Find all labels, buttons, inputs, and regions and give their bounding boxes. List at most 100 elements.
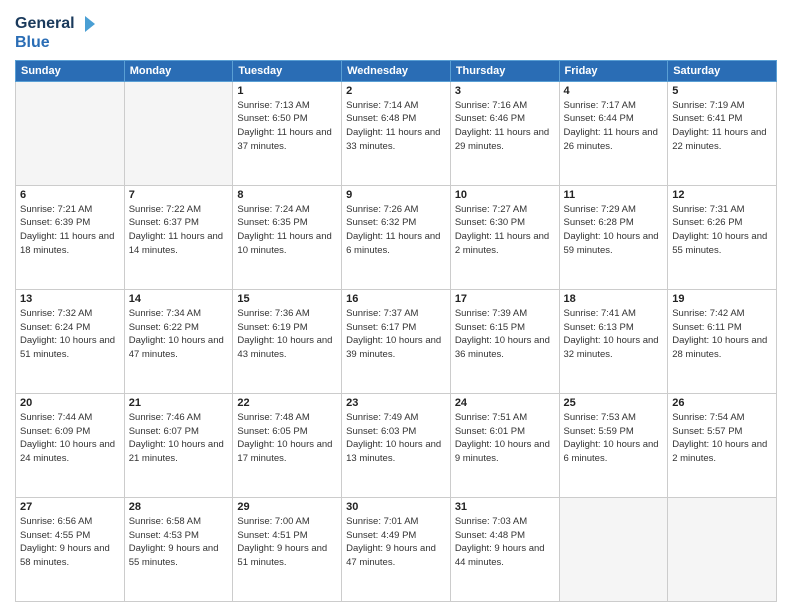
day-number: 18 [564,293,664,305]
day-number: 19 [672,293,772,305]
daylight: Daylight: 11 hours and 6 minutes. [346,231,440,256]
day-cell: 13 Sunrise: 7:32 AM Sunset: 6:24 PM Dayl… [16,289,125,393]
sun-info: Sunrise: 7:32 AM Sunset: 6:24 PM Dayligh… [20,307,120,362]
sunrise: Sunrise: 7:03 AM [455,516,527,527]
daylight: Daylight: 11 hours and 14 minutes. [129,231,223,256]
day-number: 21 [129,397,229,409]
sunset: Sunset: 5:59 PM [564,426,634,437]
daylight: Daylight: 10 hours and 39 minutes. [346,335,441,360]
daylight: Daylight: 10 hours and 43 minutes. [237,335,332,360]
weekday-header-sunday: Sunday [16,60,125,81]
sun-info: Sunrise: 7:29 AM Sunset: 6:28 PM Dayligh… [564,203,664,258]
day-number: 14 [129,293,229,305]
daylight: Daylight: 9 hours and 47 minutes. [346,543,436,568]
sunrise: Sunrise: 7:39 AM [455,308,527,319]
day-number: 24 [455,397,555,409]
daylight: Daylight: 11 hours and 18 minutes. [20,231,114,256]
day-number: 13 [20,293,120,305]
sun-info: Sunrise: 6:58 AM Sunset: 4:53 PM Dayligh… [129,515,229,570]
weekday-header-wednesday: Wednesday [342,60,451,81]
sunset: Sunset: 6:50 PM [237,113,307,124]
day-cell: 30 Sunrise: 7:01 AM Sunset: 4:49 PM Dayl… [342,497,451,601]
sun-info: Sunrise: 7:49 AM Sunset: 6:03 PM Dayligh… [346,411,446,466]
day-number: 28 [129,501,229,513]
day-cell: 1 Sunrise: 7:13 AM Sunset: 6:50 PM Dayli… [233,81,342,185]
sunrise: Sunrise: 7:48 AM [237,412,309,423]
daylight: Daylight: 11 hours and 33 minutes. [346,127,440,152]
sunset: Sunset: 6:19 PM [237,322,307,333]
sunset: Sunset: 6:22 PM [129,322,199,333]
daylight: Daylight: 9 hours and 58 minutes. [20,543,110,568]
day-cell: 16 Sunrise: 7:37 AM Sunset: 6:17 PM Dayl… [342,289,451,393]
day-cell: 19 Sunrise: 7:42 AM Sunset: 6:11 PM Dayl… [668,289,777,393]
day-cell: 31 Sunrise: 7:03 AM Sunset: 4:48 PM Dayl… [450,497,559,601]
sunrise: Sunrise: 7:32 AM [20,308,92,319]
calendar-table: SundayMondayTuesdayWednesdayThursdayFrid… [15,60,777,602]
daylight: Daylight: 11 hours and 2 minutes. [455,231,549,256]
day-number: 10 [455,189,555,201]
day-cell [16,81,125,185]
daylight: Daylight: 10 hours and 28 minutes. [672,335,767,360]
sunrise: Sunrise: 7:53 AM [564,412,636,423]
sunrise: Sunrise: 7:29 AM [564,204,636,215]
page: General Blue SundayMondayTuesdayWednesda… [0,0,792,612]
header: General Blue [15,10,777,52]
week-row-4: 27 Sunrise: 6:56 AM Sunset: 4:55 PM Dayl… [16,497,777,601]
logo-arrow-icon [77,14,97,34]
day-cell: 20 Sunrise: 7:44 AM Sunset: 6:09 PM Dayl… [16,393,125,497]
sun-info: Sunrise: 7:22 AM Sunset: 6:37 PM Dayligh… [129,203,229,258]
day-number: 26 [672,397,772,409]
sunset: Sunset: 6:28 PM [564,217,634,228]
sunset: Sunset: 6:11 PM [672,322,742,333]
sunrise: Sunrise: 7:00 AM [237,516,309,527]
sunset: Sunset: 6:03 PM [346,426,416,437]
daylight: Daylight: 10 hours and 36 minutes. [455,335,550,360]
day-cell: 4 Sunrise: 7:17 AM Sunset: 6:44 PM Dayli… [559,81,668,185]
day-number: 20 [20,397,120,409]
day-number: 23 [346,397,446,409]
sunset: Sunset: 6:46 PM [455,113,525,124]
daylight: Daylight: 10 hours and 51 minutes. [20,335,115,360]
sunset: Sunset: 4:53 PM [129,530,199,541]
sunrise: Sunrise: 7:21 AM [20,204,92,215]
sun-info: Sunrise: 7:44 AM Sunset: 6:09 PM Dayligh… [20,411,120,466]
day-number: 4 [564,85,664,97]
daylight: Daylight: 10 hours and 59 minutes. [564,231,659,256]
week-row-3: 20 Sunrise: 7:44 AM Sunset: 6:09 PM Dayl… [16,393,777,497]
day-number: 3 [455,85,555,97]
sunrise: Sunrise: 7:34 AM [129,308,201,319]
day-number: 11 [564,189,664,201]
sunset: Sunset: 4:48 PM [455,530,525,541]
sunrise: Sunrise: 7:37 AM [346,308,418,319]
daylight: Daylight: 10 hours and 17 minutes. [237,439,332,464]
sun-info: Sunrise: 7:46 AM Sunset: 6:07 PM Dayligh… [129,411,229,466]
sunrise: Sunrise: 7:46 AM [129,412,201,423]
sun-info: Sunrise: 7:14 AM Sunset: 6:48 PM Dayligh… [346,99,446,154]
sunrise: Sunrise: 7:14 AM [346,100,418,111]
day-cell [124,81,233,185]
day-number: 8 [237,189,337,201]
daylight: Daylight: 9 hours and 51 minutes. [237,543,327,568]
weekday-header-tuesday: Tuesday [233,60,342,81]
day-cell: 12 Sunrise: 7:31 AM Sunset: 6:26 PM Dayl… [668,185,777,289]
day-cell: 28 Sunrise: 6:58 AM Sunset: 4:53 PM Dayl… [124,497,233,601]
day-cell: 9 Sunrise: 7:26 AM Sunset: 6:32 PM Dayli… [342,185,451,289]
day-number: 31 [455,501,555,513]
day-number: 29 [237,501,337,513]
sunset: Sunset: 6:17 PM [346,322,416,333]
week-row-0: 1 Sunrise: 7:13 AM Sunset: 6:50 PM Dayli… [16,81,777,185]
sunrise: Sunrise: 7:36 AM [237,308,309,319]
sun-info: Sunrise: 7:42 AM Sunset: 6:11 PM Dayligh… [672,307,772,362]
sun-info: Sunrise: 7:13 AM Sunset: 6:50 PM Dayligh… [237,99,337,154]
weekday-header-row: SundayMondayTuesdayWednesdayThursdayFrid… [16,60,777,81]
sunrise: Sunrise: 7:22 AM [129,204,201,215]
week-row-2: 13 Sunrise: 7:32 AM Sunset: 6:24 PM Dayl… [16,289,777,393]
sunset: Sunset: 6:32 PM [346,217,416,228]
sunrise: Sunrise: 7:41 AM [564,308,636,319]
sunrise: Sunrise: 7:19 AM [672,100,744,111]
sunrise: Sunrise: 7:01 AM [346,516,418,527]
sunset: Sunset: 6:07 PM [129,426,199,437]
sunset: Sunset: 6:37 PM [129,217,199,228]
day-cell: 5 Sunrise: 7:19 AM Sunset: 6:41 PM Dayli… [668,81,777,185]
sunset: Sunset: 4:55 PM [20,530,90,541]
